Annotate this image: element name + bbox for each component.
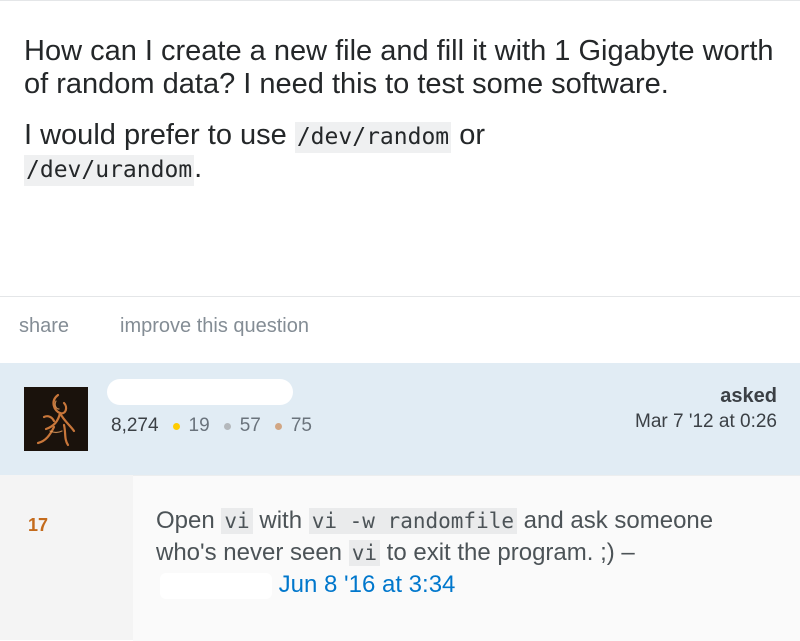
share-link[interactable]: share [19,315,69,338]
asked-date[interactable]: Mar 7 '12 at 0:26 [635,411,777,433]
bronze-badge-count: 75 [290,415,312,436]
comment-text: Open vi with vi -w randomfile and ask so… [156,505,756,601]
question-body: How can I create a new file and fill it … [0,0,800,298]
asked-label: asked [720,385,777,407]
comment-date-link[interactable]: Jun 8 '16 at 3:34 [279,571,456,598]
comment-score: 17 [28,515,49,535]
question-paragraph-2: I would prefer to use /dev/random or/dev… [24,119,784,187]
username-redacted [107,379,293,405]
comment-text-part-1: Open [156,507,222,534]
gold-badge-icon [172,422,180,430]
comment-author-redacted [160,572,272,599]
comment-code-vi-2: vi [348,540,380,566]
code-dev-random: /dev/random [294,122,452,154]
paragraph-2-text-start: I would prefer to use [24,119,295,152]
silver-badge-count: 57 [239,415,261,436]
comment-code-command: vi -w randomfile [308,508,517,534]
comment-text-part-4: to exit the program. ;) – [380,539,635,566]
reputation-score: 8,274 [111,415,159,436]
question-text: How can I create a new file and fill it … [24,35,784,187]
post-divider [0,296,800,297]
avatar[interactable] [24,387,88,451]
owner-signature: 8,274 19 57 75 asked Mar 7 '12 at 0:26 [0,363,800,475]
bronze-badge-icon [274,422,282,430]
silver-badge-icon [223,422,231,430]
improve-question-link[interactable]: improve this question [120,315,309,338]
paragraph-2-text-mid: or [451,119,485,152]
user-reputation-row: 8,274 19 57 75 [111,415,312,437]
post-menu: share improve this question [0,315,800,345]
comment-code-vi: vi [221,508,253,534]
question-paragraph-1: How can I create a new file and fill it … [24,35,774,101]
paragraph-2-text-end: . [194,152,203,185]
gold-badge-count: 19 [188,415,210,436]
code-dev-urandom: /dev/urandom [24,155,195,187]
comment-text-part-2: with [252,507,309,534]
comments-section: 17 Open vi with vi -w randomfile and ask… [0,475,800,641]
avatar-image [24,387,88,451]
